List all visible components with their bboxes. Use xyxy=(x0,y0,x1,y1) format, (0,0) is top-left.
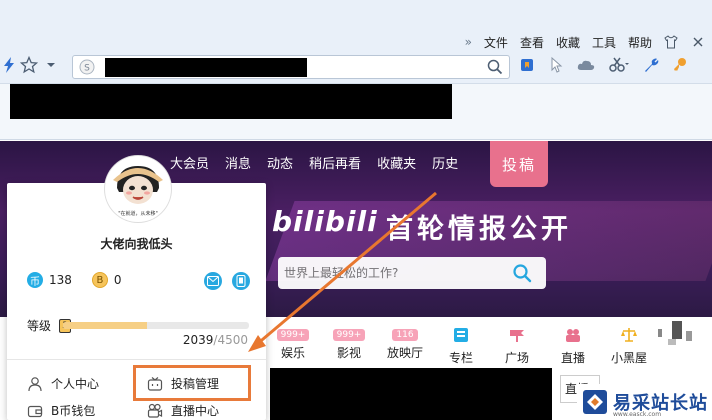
address-bar[interactable]: S xyxy=(72,55,510,79)
phone-icon[interactable] xyxy=(232,272,250,290)
live-icon xyxy=(566,329,580,342)
category-label: 专栏 xyxy=(448,351,473,365)
search-icon[interactable] xyxy=(512,263,532,283)
nav-history[interactable]: 历史 xyxy=(432,153,458,172)
avatar-caption: "在就道，从未移" xyxy=(118,210,158,217)
category-label: 小黑屋 xyxy=(610,351,647,365)
level-label: 等级 xyxy=(27,319,52,333)
category-label: 广场 xyxy=(504,351,529,365)
category-blackroom[interactable]: 小黑屋 xyxy=(604,321,654,365)
nav-watch-later[interactable]: 稍后再看 xyxy=(309,153,361,172)
blurred-graphic xyxy=(658,321,692,345)
exp-progress-bar xyxy=(63,322,249,329)
user-dropdown-card: "在就道，从未移" 大佬向我低头 币 138 B 0 等级 3 2039/450… xyxy=(7,156,266,420)
exp-total: /4500 xyxy=(213,333,248,347)
banner-promo-title: 首轮情报公开 xyxy=(386,214,572,245)
menu-overflow-chevron[interactable]: » xyxy=(465,35,472,49)
email-icon[interactable] xyxy=(204,272,222,290)
watermark-url: www.easck.com xyxy=(613,411,662,418)
personal-center-label: 个人中心 xyxy=(51,377,100,391)
category-label: 娱乐 xyxy=(280,346,305,360)
avatar-image: "在就道，从未移" xyxy=(107,158,169,220)
bookmark-icon[interactable] xyxy=(518,56,536,74)
category-theater[interactable]: 116 放映厅 xyxy=(380,321,430,361)
exp-value: 2039/4500 xyxy=(183,333,248,347)
skin-shirt-icon[interactable] xyxy=(664,35,678,49)
scissors-icon[interactable] xyxy=(608,56,630,74)
bilibili-page: 大会员 消息 动态 稍后再看 收藏夹 历史 投稿 bilibili 首轮情报公开… xyxy=(0,141,712,420)
browser-toolbar: S xyxy=(0,50,712,84)
cloud-icon[interactable] xyxy=(576,56,596,74)
user-icon xyxy=(28,376,42,391)
coin-icon: 币 xyxy=(27,272,43,288)
search-icon[interactable] xyxy=(487,59,503,75)
cursor-icon[interactable] xyxy=(548,56,564,74)
avatar[interactable]: "在就道，从未移" xyxy=(105,156,171,222)
coin-balance: 币 138 B 0 xyxy=(27,272,142,288)
search-box xyxy=(278,257,546,289)
personal-center-link[interactable]: 个人中心 xyxy=(27,375,99,392)
category-row: 999+ 娱乐 999+ 影视 116 放映厅 专栏 广场 直播 小黑屋 xyxy=(268,321,660,365)
username[interactable]: 大佬向我低头 xyxy=(7,235,266,252)
highlight-box xyxy=(133,365,251,401)
scales-icon xyxy=(621,328,637,342)
wrench-icon[interactable] xyxy=(642,56,660,74)
category-badge: 999+ xyxy=(276,329,310,341)
menu-favorites[interactable]: 收藏 xyxy=(556,34,580,51)
bcoin-icon: B xyxy=(91,272,108,288)
category-entertainment[interactable]: 999+ 娱乐 xyxy=(268,321,318,361)
category-badge: 116 xyxy=(392,329,418,341)
nav-dynamics[interactable]: 动态 xyxy=(267,153,293,172)
category-label: 直播 xyxy=(560,351,585,365)
category-label: 放映厅 xyxy=(386,346,423,360)
exp-current: 2039 xyxy=(182,333,214,347)
live-center-link[interactable]: 直播中心 xyxy=(147,402,219,419)
menu-view[interactable]: 查看 xyxy=(520,34,544,51)
redacted-url xyxy=(105,58,307,77)
category-movies[interactable]: 999+ 影视 xyxy=(324,321,374,361)
live-center-label: 直播中心 xyxy=(171,404,220,418)
site-security-icon: S xyxy=(79,59,95,75)
bilibili-logo[interactable]: bilibili xyxy=(272,205,378,238)
bcoin-wallet-label: B币钱包 xyxy=(51,404,96,418)
category-badge: 999+ xyxy=(332,329,366,341)
top-nav: 大会员 消息 动态 稍后再看 收藏夹 历史 xyxy=(170,141,474,183)
camera-icon xyxy=(147,403,163,418)
redacted-content xyxy=(270,368,552,420)
category-square[interactable]: 广场 xyxy=(492,321,542,365)
key-icon[interactable] xyxy=(672,56,688,74)
close-icon[interactable] xyxy=(692,36,704,48)
card-quick-icons xyxy=(194,272,250,290)
coin-count: 138 xyxy=(49,273,72,287)
category-live[interactable]: 直播 xyxy=(548,321,598,365)
bookmarks-bar xyxy=(0,84,712,140)
star-icon[interactable] xyxy=(20,56,38,74)
chevron-down-icon[interactable] xyxy=(46,60,56,70)
upload-button[interactable]: 投稿 xyxy=(490,141,548,187)
menu-tools[interactable]: 工具 xyxy=(592,34,616,51)
square-icon xyxy=(510,330,524,342)
column-icon xyxy=(454,328,468,342)
watermark: 易采站长站 www.easck.com xyxy=(577,384,712,420)
search-input[interactable] xyxy=(284,263,504,283)
wallet-icon xyxy=(27,405,43,417)
nav-favorites[interactable]: 收藏夹 xyxy=(377,153,416,172)
watermark-logo-icon xyxy=(583,390,607,414)
category-label: 影视 xyxy=(336,346,361,360)
lightning-icon[interactable] xyxy=(2,56,16,74)
card-divider xyxy=(7,359,266,360)
menu-help[interactable]: 帮助 xyxy=(628,34,652,51)
bcoin-wallet-link[interactable]: B币钱包 xyxy=(27,402,95,419)
nav-messages[interactable]: 消息 xyxy=(225,153,251,172)
exp-progress-fill xyxy=(63,322,148,329)
menu-file[interactable]: 文件 xyxy=(484,34,508,51)
redacted-bookmarks xyxy=(10,84,452,119)
bcoin-count: 0 xyxy=(113,273,122,287)
nav-vip[interactable]: 大会员 xyxy=(170,153,209,172)
browser-menubar: » 文件 查看 收藏 工具 帮助 xyxy=(0,0,712,50)
category-column[interactable]: 专栏 xyxy=(436,321,486,365)
svg-text:S: S xyxy=(84,64,90,74)
